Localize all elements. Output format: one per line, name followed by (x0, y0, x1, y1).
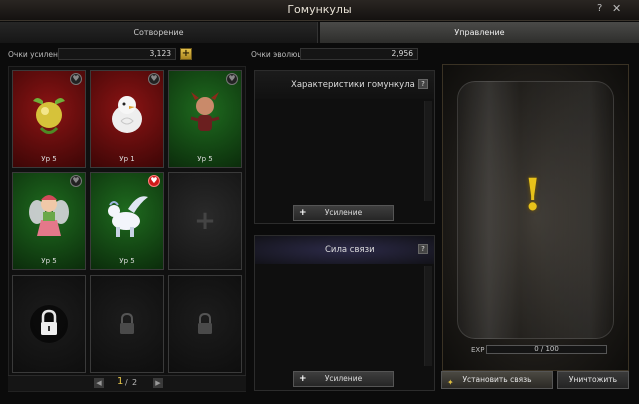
window-titlebar: Гомункулы ? ✕ (0, 0, 639, 21)
characteristics-panel: Характеристики гомункула ? + Усиление (254, 70, 435, 224)
exclamation-icon: ! (523, 170, 543, 221)
evolution-points-value: 2,956 (300, 48, 418, 60)
lock-icon (30, 305, 68, 343)
bond-panel: Сила связи ? + Усиление (254, 235, 435, 391)
slot-level: Ур 5 (119, 257, 135, 265)
bond-title: Сила связи (255, 236, 434, 264)
fairy-pet-icon (29, 195, 69, 237)
next-page-button[interactable]: ▶ (153, 378, 163, 388)
destroy-button[interactable]: Уничтожить (557, 371, 629, 389)
locked-slot (168, 275, 242, 373)
locked-slot (12, 275, 86, 373)
establish-link-button[interactable]: ✦ Установить связь (441, 371, 553, 389)
boost-points-value: 3,123 (58, 48, 176, 60)
lock-icon (120, 313, 134, 334)
slot-level: Ур 5 (41, 257, 57, 265)
establish-link-label: Установить связь (462, 375, 532, 384)
bond-boost-label: Усиление (324, 374, 363, 383)
winged-horse-pet-icon (108, 196, 148, 238)
tab-creation[interactable]: Сотворение (0, 22, 318, 43)
locked-slot (90, 275, 164, 373)
lock-icon (198, 313, 212, 334)
exp-bar: 0 / 100 (486, 345, 607, 354)
homunculus-grid: ♥ Ур 5 ♥ Ур 1 ♥ Ур 5 ♥ Ур 5 ♥ Ур 5 + (8, 66, 246, 392)
homunculus-preview: ! (442, 64, 629, 371)
favorite-heart-icon[interactable]: ♥ (70, 175, 82, 187)
favorite-heart-icon[interactable]: ♥ (226, 73, 238, 85)
plus-icon: + (299, 208, 307, 218)
imp-pet-icon (190, 92, 220, 132)
white-chick-pet-icon (112, 96, 142, 134)
favorite-heart-icon[interactable]: ♥ (148, 175, 160, 187)
add-boost-button[interactable]: + (180, 48, 192, 60)
tab-management[interactable]: Управление (320, 22, 639, 43)
homunculus-slot[interactable]: ♥ Ур 5 (12, 172, 86, 270)
tab-bar: Сотворение Управление (0, 22, 639, 43)
homunculus-slot[interactable]: ♥ Ур 5 (168, 70, 242, 168)
add-homunculus-slot[interactable]: + (168, 172, 242, 270)
total-pages: 2 (132, 378, 138, 387)
slot-level: Ур 1 (119, 155, 135, 163)
homunculus-slot[interactable]: ♥ Ур 5 (90, 172, 164, 270)
bond-boost-button[interactable]: + Усиление (293, 371, 394, 387)
page-separator: / (125, 378, 128, 387)
characteristics-help-icon[interactable]: ? (418, 79, 428, 89)
exp-label: EXP (471, 346, 485, 354)
characteristics-title: Характеристики гомункула (255, 71, 434, 99)
window-title: Гомункулы (287, 3, 352, 16)
slot-level: Ур 5 (41, 155, 57, 163)
homunculus-slot[interactable]: ♥ Ур 1 (90, 70, 164, 168)
favorite-heart-icon[interactable]: ♥ (70, 73, 82, 85)
characteristics-boost-button[interactable]: + Усиление (293, 205, 394, 221)
help-icon[interactable]: ? (597, 3, 602, 14)
close-icon[interactable]: ✕ (612, 2, 621, 15)
plus-icon: + (299, 374, 307, 384)
yellow-seed-pet-icon (33, 98, 65, 135)
characteristics-boost-label: Усиление (324, 208, 363, 217)
link-icon: ✦ (447, 378, 454, 387)
plus-icon: + (194, 206, 216, 236)
homunculus-slot[interactable]: ♥ Ур 5 (12, 70, 86, 168)
favorite-heart-icon[interactable]: ♥ (148, 73, 160, 85)
grid-pager: ◀ 1 / 2 ▶ (8, 375, 246, 391)
characteristics-scrollbar[interactable] (424, 101, 432, 201)
bond-scrollbar[interactable] (424, 266, 432, 366)
slot-level: Ур 5 (197, 155, 213, 163)
bond-help-icon[interactable]: ? (418, 244, 428, 254)
prev-page-button[interactable]: ◀ (94, 378, 104, 388)
current-page: 1 (117, 376, 124, 387)
